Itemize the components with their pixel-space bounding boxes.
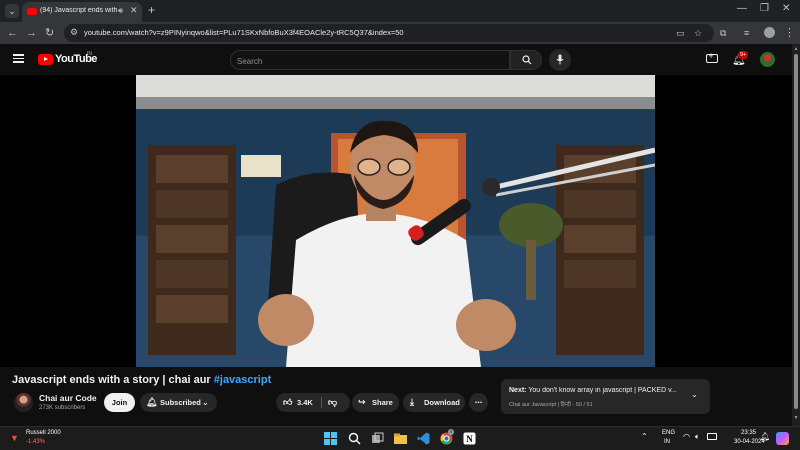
copilot-icon[interactable] xyxy=(776,432,789,445)
video-area xyxy=(0,75,792,367)
profile-icon[interactable] xyxy=(764,27,775,38)
video-title: Javascript ends with a story | chai aur … xyxy=(12,374,271,386)
wifi-icon[interactable]: ◠ xyxy=(683,432,690,441)
windows-start-icon[interactable] xyxy=(324,432,337,445)
media-control-icon[interactable]: ≡ xyxy=(744,26,749,40)
speaker-icon[interactable]: 🔊︎ xyxy=(118,6,123,16)
like-count[interactable]: 3.4K xyxy=(297,393,313,412)
youtube-logo-icon[interactable] xyxy=(38,54,53,65)
ticker-change: -1.43% xyxy=(26,439,46,445)
channel-avatar[interactable] xyxy=(14,393,33,412)
svg-text:N: N xyxy=(466,434,473,444)
notification-bell-icon[interactable]: 🔔︎ xyxy=(760,432,770,441)
chevron-up-icon[interactable]: ⌃ xyxy=(641,432,648,441)
scroll-down-arrow-icon[interactable]: ▼ xyxy=(792,415,800,421)
video-frame xyxy=(136,75,655,367)
subscribed-button[interactable]: 🔔︎ Subscribed ⌄ xyxy=(140,393,217,412)
share-icon: ↪ xyxy=(358,397,366,407)
menu-icon[interactable] xyxy=(13,54,24,63)
dislike-icon[interactable]: 👎︎ xyxy=(328,393,337,412)
close-tab-icon[interactable]: ✕ xyxy=(130,5,138,16)
new-tab-icon[interactable]: + xyxy=(148,3,155,17)
bell-icon: 🔔︎ xyxy=(146,397,158,407)
browser-menu-icon[interactable]: ⋮ xyxy=(784,26,795,40)
browser-tab-strip: ⌄ (94) Javascript ends with a s 🔊︎ ✕ + —… xyxy=(0,0,800,22)
tab-search-button[interactable]: ⌄ xyxy=(5,4,19,18)
microphone-icon xyxy=(556,54,564,65)
browser-tab[interactable]: (94) Javascript ends with a s 🔊︎ ✕ xyxy=(22,2,142,22)
ticker-name[interactable]: Russell 2000 xyxy=(26,430,61,436)
search-icon xyxy=(522,55,532,65)
search-box xyxy=(230,50,510,70)
input-region[interactable]: IN xyxy=(664,439,670,445)
bookmark-star-icon[interactable]: ☆ xyxy=(694,26,702,40)
stock-trend-down-icon[interactable]: ▼ xyxy=(10,433,19,443)
clock-time[interactable]: 23:35 xyxy=(741,430,756,436)
more-actions-button[interactable]: ⋯ xyxy=(469,393,488,412)
search-input[interactable] xyxy=(237,55,497,67)
file-explorer-icon[interactable] xyxy=(394,432,407,445)
address-bar[interactable]: ⚙︎ youtube.com/watch?v=z9PINyinqwo&list=… xyxy=(64,24,714,42)
battery-icon[interactable] xyxy=(707,433,717,440)
up-next-video-title: You don't know array in javascript | PAC… xyxy=(528,387,677,394)
notification-count-badge: 9+ xyxy=(738,51,749,59)
install-app-icon[interactable]: ▭ xyxy=(676,26,685,40)
browser-toolbar: ← → ↻ ⚙︎ youtube.com/watch?v=z9PINyinqwo… xyxy=(0,22,800,44)
channel-name[interactable]: Chai aur Code xyxy=(39,393,97,403)
share-button[interactable]: ↪ Share xyxy=(352,393,399,412)
youtube-header: YouTube IN 🔔︎ 9+ xyxy=(0,44,792,75)
up-next-meta: Chai aur Javascript | हिन्दी · 50 / 51 xyxy=(509,402,593,408)
subscriber-count: 273K subscribers xyxy=(39,405,86,411)
voice-search-button[interactable] xyxy=(549,49,571,71)
search-icon[interactable] xyxy=(348,432,361,445)
subscribed-label: Subscribed xyxy=(160,398,201,407)
like-divider xyxy=(321,397,322,408)
windows-taskbar: ▼ Russell 2000 -1.43% 4 N ⌃ ENG IN ◠ 🔈︎ … xyxy=(0,426,800,450)
chevron-down-icon: ⌄ xyxy=(202,398,209,407)
search-button[interactable] xyxy=(510,50,542,70)
video-title-text: Javascript ends with a story | chai aur xyxy=(12,374,214,386)
chrome-badge: 4 xyxy=(448,429,454,435)
video-player[interactable] xyxy=(136,75,655,367)
site-info-icon[interactable]: ⚙︎ xyxy=(70,27,78,38)
youtube-favicon-icon xyxy=(27,8,37,15)
extensions-icon[interactable]: ⧉ xyxy=(720,26,726,40)
scroll-thumb[interactable] xyxy=(794,54,798,409)
more-horizontal-icon: ⋯ xyxy=(474,398,483,407)
scroll-up-arrow-icon[interactable]: ▲ xyxy=(792,46,800,52)
tab-title: (94) Javascript ends with a s xyxy=(40,7,120,14)
video-hashtag-link[interactable]: #javascript xyxy=(214,374,271,386)
forward-icon[interactable]: → xyxy=(26,26,37,40)
up-next-card[interactable]: Next: You don't know array in javascript… xyxy=(501,379,710,414)
user-avatar[interactable] xyxy=(760,52,775,67)
like-icon[interactable]: 👍︎ xyxy=(283,393,292,412)
url-text[interactable]: youtube.com/watch?v=z9PINyinqwo&list=PLu… xyxy=(84,28,404,37)
download-button[interactable]: ⤓ Download xyxy=(403,393,465,412)
notion-icon[interactable]: N xyxy=(463,432,476,445)
create-video-icon[interactable] xyxy=(706,51,718,63)
up-next-label: Next: xyxy=(509,387,527,394)
vscode-icon[interactable] xyxy=(417,432,430,445)
download-icon: ⤓ xyxy=(410,397,414,407)
task-view-icon[interactable] xyxy=(371,432,384,445)
join-button[interactable]: Join xyxy=(104,393,135,412)
like-dislike-group: 👍︎ 3.4K 👎︎ xyxy=(276,393,350,412)
download-label: Download xyxy=(424,398,460,407)
input-language[interactable]: ENG xyxy=(662,430,675,436)
share-label: Share xyxy=(372,398,393,407)
chevron-down-icon[interactable]: ⌄ xyxy=(691,390,698,399)
region-code: IN xyxy=(87,51,92,57)
up-next-title: Next: You don't know array in javascript… xyxy=(509,387,684,394)
reload-icon[interactable]: ↻ xyxy=(45,26,54,40)
minimize-icon[interactable]: — xyxy=(737,3,747,14)
volume-icon[interactable]: 🔈︎ xyxy=(695,432,700,442)
close-window-icon[interactable]: ✕ xyxy=(782,3,790,14)
back-icon[interactable]: ← xyxy=(7,26,18,40)
restore-icon[interactable]: ❐ xyxy=(760,3,769,14)
